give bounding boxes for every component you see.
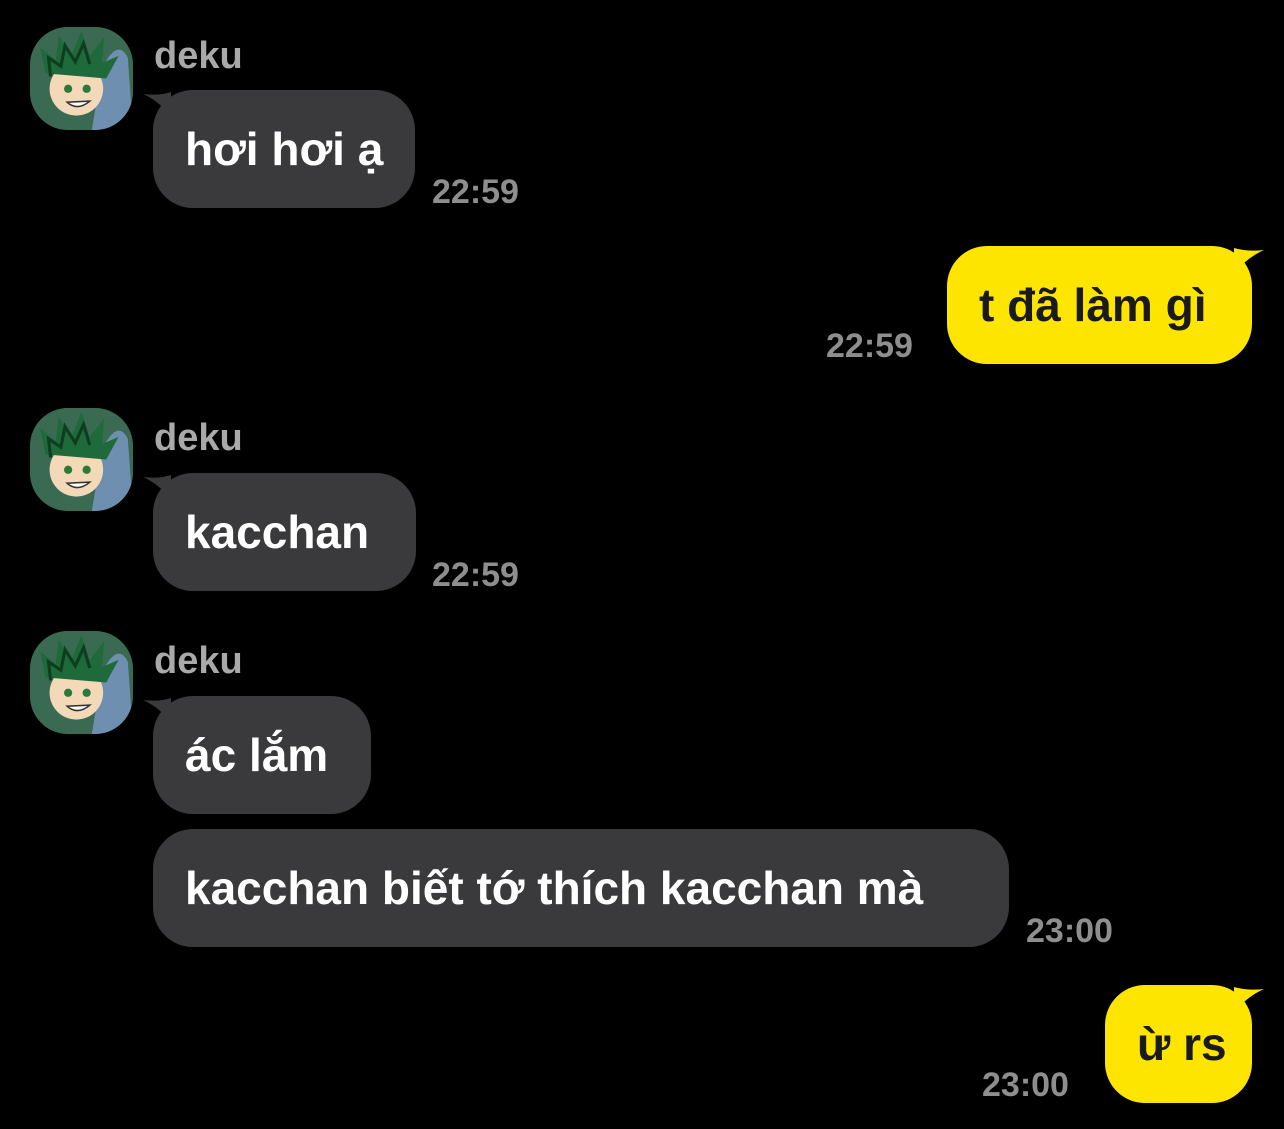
message-timestamp: 23:00 [1026,912,1113,950]
message-text: ừ rs [1137,1018,1227,1070]
message-timestamp: 23:00 [982,1066,1069,1104]
message-bubble-outgoing[interactable]: ừ rs [1105,985,1252,1103]
message-text: t đã làm gì [979,279,1207,331]
message-text: kacchan biết tớ thích kacchan mà [185,862,924,914]
deku-avatar-icon[interactable] [30,631,133,734]
message-bubble-incoming[interactable]: hơi hơi ạ [153,90,415,208]
deku-avatar-icon[interactable] [30,408,133,511]
message-timestamp: 22:59 [432,556,519,594]
message-bubble-incoming[interactable]: kacchan biết tớ thích kacchan mà [153,829,1009,947]
message-bubble-outgoing[interactable]: t đã làm gì [947,246,1252,364]
message-timestamp: 22:59 [826,327,913,365]
chat-window: deku hơi hơi ạ 22:59 t đã làm gì 22:59 d… [0,0,1284,1129]
sender-name: deku [154,35,243,77]
message-bubble-incoming[interactable]: ác lắm [153,696,371,814]
sender-name: deku [154,640,243,682]
message-text: kacchan [185,506,370,558]
message-text: ác lắm [185,729,329,781]
message-text: hơi hơi ạ [185,123,384,175]
deku-avatar-icon[interactable] [30,27,133,130]
sender-name: deku [154,417,243,459]
message-timestamp: 22:59 [432,173,519,211]
message-bubble-incoming[interactable]: kacchan [153,473,416,591]
